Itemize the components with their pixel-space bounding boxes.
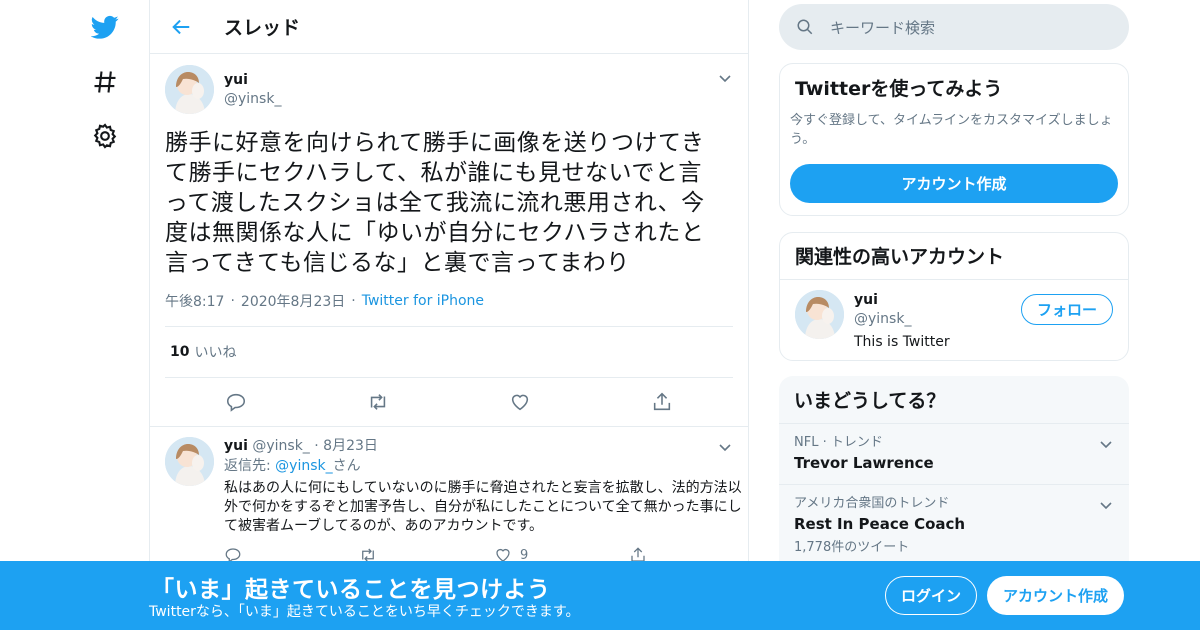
reply-to-prefix: 返信先: xyxy=(224,458,276,474)
tweet-meta: 午後8:17 · 2020年8月23日 · Twitter for iPhone xyxy=(165,290,733,312)
trend-tweet-count: 1,778件のツイート xyxy=(794,540,910,555)
reply-header: yui @yinsk_ · 8月23日 xyxy=(224,437,764,455)
tweet-author-handle[interactable]: @yinsk_ xyxy=(224,90,281,108)
banner-create-account-button[interactable]: アカウント作成 xyxy=(987,576,1124,615)
follow-button[interactable]: フォロー xyxy=(1021,294,1113,325)
back-arrow-icon[interactable] xyxy=(170,16,192,38)
reply-to-suffix: さん xyxy=(332,458,361,474)
thread-header: スレッド xyxy=(150,0,748,54)
reply-to-line: 返信先: @yinsk_さん xyxy=(224,455,764,477)
meta-separator: · xyxy=(314,438,319,454)
trend-item[interactable]: アメリカ合衆国のトレンド Rest In Peace Coach 1,778件の… xyxy=(779,484,1129,567)
avatar[interactable] xyxy=(165,437,214,486)
trend-name: Trevor Lawrence xyxy=(794,454,934,472)
trend-item[interactable]: NFL · トレンド Trevor Lawrence xyxy=(779,423,1129,484)
related-title: 関連性の高いアカウント xyxy=(795,246,1005,268)
main-column: スレッド yui @yinsk_ 勝手に好意を向けられて勝手に画像を送りつけてき… xyxy=(149,0,749,630)
avatar[interactable] xyxy=(795,290,844,339)
reply-date[interactable]: 8月23日 xyxy=(323,438,378,454)
chevron-down-icon[interactable] xyxy=(1098,436,1114,452)
reply-tweet[interactable]: yui @yinsk_ · 8月23日 返信先: @yinsk_さん 私はあの人… xyxy=(150,426,748,574)
tweet-actions xyxy=(165,378,733,426)
login-button[interactable]: ログイン xyxy=(885,576,977,615)
tweet-source[interactable]: Twitter for iPhone xyxy=(362,293,484,309)
heart-icon[interactable] xyxy=(509,391,531,413)
reply-to-user[interactable]: @yinsk_ xyxy=(275,458,332,474)
tweet-author-name[interactable]: yui xyxy=(224,70,281,90)
search-input[interactable]: キーワード検索 xyxy=(779,4,1129,50)
left-nav xyxy=(80,0,150,630)
avatar[interactable] xyxy=(165,64,214,114)
create-account-button[interactable]: アカウント作成 xyxy=(790,164,1118,203)
twitter-logo-icon[interactable] xyxy=(90,12,120,42)
trend-category: NFL · トレンド xyxy=(794,435,883,450)
likes-count: 10 xyxy=(170,344,190,360)
hashtag-icon[interactable] xyxy=(90,67,120,97)
chevron-down-icon[interactable] xyxy=(717,70,733,86)
likes-row[interactable]: 10 いいね xyxy=(165,327,733,377)
search-placeholder: キーワード検索 xyxy=(830,18,936,37)
reply-author-name[interactable]: yui xyxy=(224,438,248,454)
related-account-handle[interactable]: @yinsk_ xyxy=(854,310,950,328)
related-account[interactable]: yui @yinsk_ This is Twitter フォロー xyxy=(780,280,1128,360)
reply-icon[interactable] xyxy=(225,391,247,413)
page-title: スレッド xyxy=(224,17,301,39)
reply-text: 私はあの人に何にもしていないのに勝手に脅迫されたと妄言を拡散し、法的方法以外で何… xyxy=(224,480,742,534)
gear-icon[interactable] xyxy=(90,121,120,151)
tweet-text: 勝手に好意を向けられて勝手に画像を送りつけてきて勝手にセクハラして、私が誰にも見… xyxy=(165,130,705,276)
tweet-time[interactable]: 午後8:17 xyxy=(165,291,224,311)
main-tweet: yui @yinsk_ 勝手に好意を向けられて勝手に画像を送りつけてきて勝手にセ… xyxy=(150,54,748,426)
related-account-name[interactable]: yui xyxy=(854,290,950,310)
trends-card: いまどうしてる？ NFL · トレンド Trevor Lawrence アメリカ… xyxy=(779,376,1129,576)
meta-separator: · xyxy=(230,293,235,309)
share-icon[interactable] xyxy=(651,391,673,413)
signup-card: Twitterを使ってみよう 今すぐ登録して、タイムラインをカスタマイズしましょ… xyxy=(779,63,1129,216)
chevron-down-icon[interactable] xyxy=(1098,497,1114,513)
reply-author-handle[interactable]: @yinsk_ xyxy=(252,438,309,454)
signup-card-desc: 今すぐ登録して、タイムラインをカスタマイズしましょう。 xyxy=(790,113,1113,147)
banner-title: 「いま」起きていることを見つけよう xyxy=(151,577,551,603)
retweet-icon[interactable] xyxy=(367,391,389,413)
related-account-bio: This is Twitter xyxy=(854,334,950,350)
trend-name: Rest In Peace Coach xyxy=(794,515,966,533)
chevron-down-icon[interactable] xyxy=(717,439,733,455)
banner-subtitle: Twitterなら、「いま」起きていることをいち早くチェックできます。 xyxy=(149,604,580,620)
trend-category: アメリカ合衆国のトレンド xyxy=(794,496,950,511)
meta-separator: · xyxy=(351,293,356,309)
right-sidebar: キーワード検索 Twitterを使ってみよう 今すぐ登録して、タイムラインをカス… xyxy=(779,0,1129,576)
related-accounts-card: 関連性の高いアカウント yui @yinsk_ This is Twitter … xyxy=(779,232,1129,361)
signup-card-title: Twitterを使ってみよう xyxy=(795,78,1003,100)
trends-title: いまどうしてる？ xyxy=(794,390,946,412)
search-icon xyxy=(796,18,814,36)
likes-label: いいね xyxy=(194,345,237,361)
tweet-date[interactable]: 2020年8月23日 xyxy=(241,291,345,311)
signup-banner: 「いま」起きていることを見つけよう Twitterなら、「いま」起きていることを… xyxy=(0,561,1200,630)
